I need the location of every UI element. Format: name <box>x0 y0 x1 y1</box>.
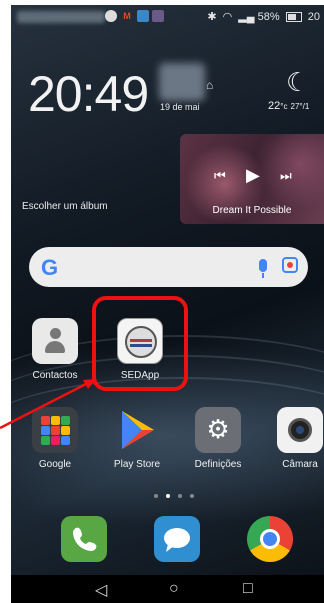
annotation-arrow <box>0 379 96 430</box>
